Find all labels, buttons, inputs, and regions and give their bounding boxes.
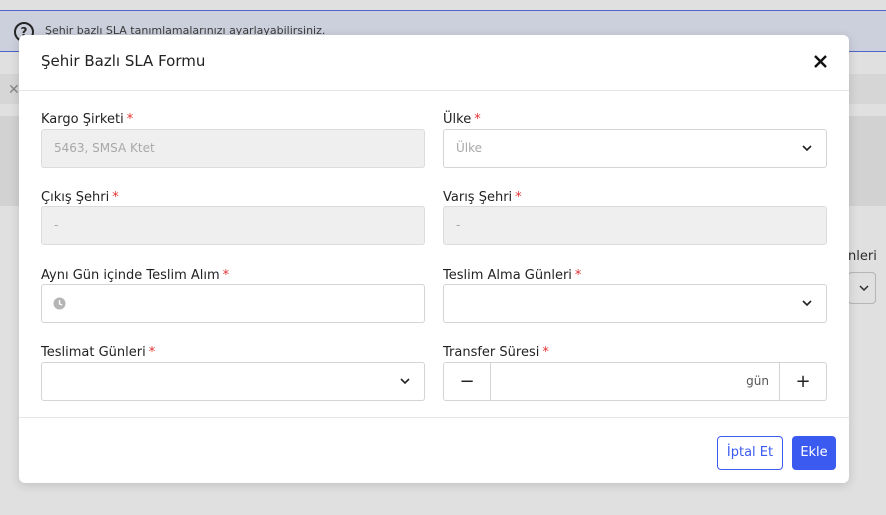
country-select[interactable]: Ülke (443, 129, 827, 168)
chevron-down-icon (802, 145, 812, 152)
add-button[interactable]: Ekle (792, 436, 836, 470)
chevron-down-icon (400, 378, 410, 385)
arrival-city-label-text: Varış Şehri (443, 190, 513, 205)
required-mark: * (542, 345, 549, 360)
country-label: Ülke * (443, 112, 481, 127)
country-placeholder: Ülke (456, 141, 483, 155)
cargo-company-label: Kargo Şirketi * (41, 112, 133, 127)
transfer-time-unit: gün (746, 374, 769, 388)
sla-form-modal: Şehir Bazlı SLA Formu Kargo Şirketi * 546… (19, 35, 849, 483)
modal-title: Şehir Bazlı SLA Formu (41, 52, 206, 70)
transfer-time-stepper: − gün + (443, 362, 827, 401)
modal-header: Şehir Bazlı SLA Formu (19, 35, 849, 91)
clock-icon (53, 297, 66, 310)
decrement-button[interactable]: − (444, 363, 491, 400)
arrival-city-label: Varış Şehri * (443, 190, 522, 205)
delivery-days-label-text: Teslimat Günleri (41, 345, 146, 360)
cargo-company-field[interactable]: 5463, SMSA Ktet (41, 129, 425, 168)
chevron-down-icon (802, 300, 812, 307)
cargo-company-value: 5463, SMSA Ktet (54, 141, 155, 155)
pickup-days-label-text: Teslim Alma Günleri (443, 268, 572, 283)
pickup-days-label: Teslim Alma Günleri * (443, 268, 581, 283)
delivery-days-label: Teslimat Günleri * (41, 345, 155, 360)
close-icon[interactable] (809, 50, 831, 72)
arrival-city-field[interactable]: - (443, 206, 827, 245)
required-mark: * (474, 112, 481, 127)
increment-button[interactable]: + (779, 363, 826, 400)
departure-city-label: Çıkış Şehri * (41, 190, 119, 205)
transfer-time-label-text: Transfer Süresi (443, 345, 540, 360)
pickup-days-select[interactable] (443, 284, 827, 323)
departure-city-value: - (54, 218, 59, 232)
required-mark: * (126, 112, 134, 127)
delivery-days-select[interactable] (41, 362, 425, 401)
arrival-city-value: - (456, 218, 461, 232)
same-day-pickup-time-input[interactable] (41, 284, 425, 323)
country-label-text: Ülke (443, 112, 472, 127)
modal-body: Kargo Şirketi * 5463, SMSA Ktet Ülke * Ülk… (19, 91, 849, 418)
cancel-button[interactable]: İptal Et (717, 436, 783, 470)
required-mark: * (515, 190, 522, 205)
required-mark: * (148, 345, 156, 360)
modal-footer: İptal Et Ekle (19, 418, 849, 482)
required-mark: * (112, 190, 119, 205)
departure-city-label-text: Çıkış Şehri (41, 190, 110, 205)
departure-city-field[interactable]: - (41, 206, 425, 245)
required-mark: * (574, 268, 582, 283)
transfer-time-label: Transfer Süresi * (443, 345, 549, 360)
same-day-pickup-label: Aynı Gün içinde Teslim Alım * (41, 268, 229, 283)
same-day-pickup-label-text: Aynı Gün içinde Teslim Alım (41, 268, 220, 283)
cargo-company-label-text: Kargo Şirketi (41, 112, 124, 127)
required-mark: * (222, 268, 230, 283)
